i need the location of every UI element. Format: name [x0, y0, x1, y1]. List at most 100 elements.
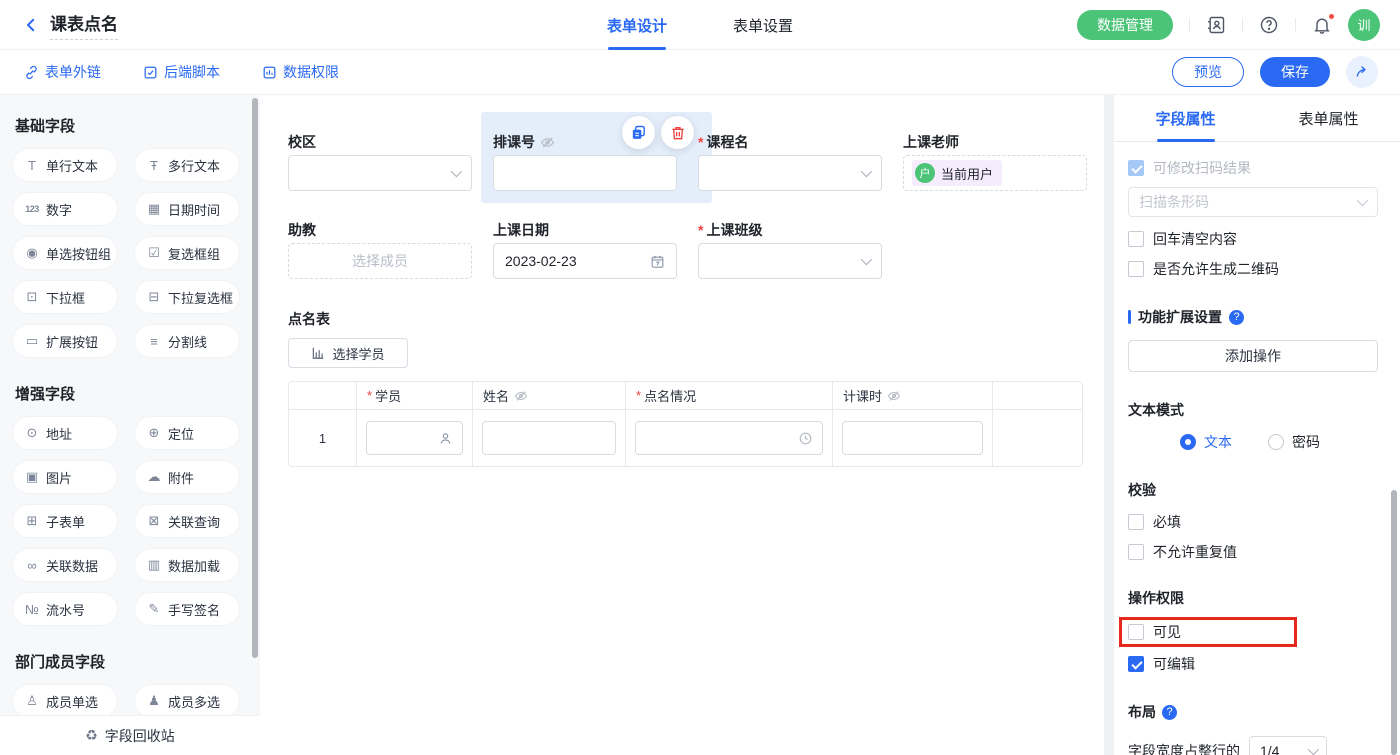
- visible-option-highlight[interactable]: 可见: [1119, 617, 1297, 647]
- sidebar-item-attachment[interactable]: ☁附件: [135, 461, 239, 493]
- data-manage-button[interactable]: 数据管理: [1077, 10, 1173, 40]
- sidebar-item-extend-button[interactable]: ▭扩展按钮: [13, 325, 117, 357]
- no-duplicate-checkbox[interactable]: [1128, 544, 1144, 560]
- sidebar-item-subform[interactable]: ⊞子表单: [13, 505, 117, 537]
- required-checkbox[interactable]: [1128, 514, 1144, 530]
- sidebar-item-member-multi[interactable]: ♟成员多选: [135, 685, 239, 717]
- sidebar-item-datetime[interactable]: ▦日期时间: [135, 193, 239, 225]
- field-width-select[interactable]: 1/4: [1249, 736, 1327, 755]
- divider: [1242, 18, 1243, 32]
- section-basic-fields: 基础字段: [15, 115, 260, 136]
- teacher-member-box[interactable]: 户 当前用户: [903, 155, 1087, 191]
- sidebar-item-divider[interactable]: ≡分割线: [135, 325, 239, 357]
- sidebar-item-address[interactable]: ⊙地址: [13, 417, 117, 449]
- field-campus[interactable]: 校区: [288, 132, 493, 191]
- notification-bell-icon[interactable]: [1312, 15, 1332, 35]
- sidebar-item-linked-query[interactable]: ⊠关联查询: [135, 505, 239, 537]
- sidebar-item-serial-number[interactable]: №流水号: [13, 593, 117, 625]
- address-book-icon[interactable]: [1206, 15, 1226, 35]
- signature-icon: ✎: [146, 601, 162, 617]
- dropdown-icon: ⊡: [24, 289, 40, 305]
- external-link-menu[interactable]: 表单外链: [24, 62, 101, 82]
- sidebar-item-linked-data[interactable]: ∞关联数据: [13, 549, 117, 581]
- sidebar-item-dropdown[interactable]: ⊡下拉框: [13, 281, 117, 313]
- save-button[interactable]: 保存: [1260, 57, 1330, 87]
- radio-text-mode[interactable]: 文本: [1180, 432, 1232, 452]
- help-badge-icon[interactable]: [1162, 705, 1177, 720]
- data-permission-menu[interactable]: 数据权限: [262, 62, 339, 82]
- page-title[interactable]: 课表点名: [50, 10, 118, 40]
- campus-select[interactable]: [288, 155, 472, 191]
- sidebar-item-location[interactable]: ⊕定位: [135, 417, 239, 449]
- tab-form-properties[interactable]: 表单属性: [1257, 95, 1400, 141]
- allow-qrcode-option[interactable]: 是否允许生成二维码: [1128, 261, 1378, 277]
- assistant-member-box[interactable]: 选择成员: [288, 243, 472, 279]
- preview-button[interactable]: 预览: [1172, 57, 1244, 87]
- class-group-select[interactable]: [698, 243, 882, 279]
- tab-form-design[interactable]: 表单设计: [607, 0, 667, 50]
- divider: [1295, 18, 1296, 32]
- add-action-button[interactable]: 添加操作: [1128, 340, 1378, 372]
- schedule-no-input[interactable]: [493, 155, 677, 191]
- multi-line-text-icon: Ŧ: [146, 158, 162, 173]
- help-badge-icon[interactable]: [1229, 310, 1244, 325]
- allow-qrcode-checkbox[interactable]: [1128, 261, 1144, 277]
- field-roll-call-table[interactable]: 点名表 选择学员 *学员 姓名 *点名情况 计课时 1: [288, 309, 1083, 467]
- field-recycle-bin[interactable]: ♻ 字段回收站: [0, 715, 260, 755]
- data-load-icon: ▥: [146, 557, 162, 573]
- field-class-date[interactable]: 上课日期 2023-02-23: [493, 220, 698, 279]
- sidebar-item-number[interactable]: 123数字: [13, 193, 117, 225]
- sidebar-item-signature[interactable]: ✎手写签名: [135, 593, 239, 625]
- panel-scrollbar[interactable]: [1391, 490, 1397, 755]
- editable-checkbox[interactable]: [1128, 656, 1144, 672]
- roll-table: *学员 姓名 *点名情况 计课时 1: [288, 381, 1083, 467]
- clear-on-enter-option[interactable]: 回车清空内容: [1128, 231, 1378, 247]
- status-cell-input[interactable]: [635, 421, 823, 455]
- linked-data-icon: ∞: [24, 558, 40, 573]
- visible-checkbox[interactable]: [1128, 624, 1144, 640]
- radio-password-mode[interactable]: 密码: [1268, 432, 1320, 452]
- sidebar-item-multi-dropdown[interactable]: ⊟下拉复选框: [135, 281, 239, 313]
- field-course-name[interactable]: *课程名: [698, 132, 903, 191]
- student-cell-input[interactable]: [366, 421, 463, 455]
- field-teacher[interactable]: 上课老师 户 当前用户: [903, 132, 1108, 191]
- name-cell-input[interactable]: [482, 421, 616, 455]
- required-option[interactable]: 必填: [1128, 514, 1378, 530]
- copy-field-button[interactable]: [622, 116, 655, 149]
- tab-field-properties[interactable]: 字段属性: [1114, 95, 1257, 141]
- field-library-sidebar: 基础字段 T单行文本 Ŧ多行文本 123数字 ▦日期时间 ◉单选按钮组 ☑复选框组 ⊡下拉框…: [0, 95, 260, 755]
- person-icon: [438, 431, 453, 446]
- field-schedule-no[interactable]: 排课号: [493, 132, 698, 191]
- delete-field-button[interactable]: [661, 116, 694, 149]
- field-assistant[interactable]: 助教 选择成员: [288, 220, 493, 279]
- sidebar-item-member-single[interactable]: ♙成员单选: [13, 685, 117, 717]
- no-duplicate-option[interactable]: 不允许重复值: [1128, 544, 1378, 560]
- sidebar-scrollbar[interactable]: [252, 98, 258, 658]
- course-name-select[interactable]: [698, 155, 882, 191]
- class-date-input[interactable]: 2023-02-23: [493, 243, 677, 279]
- modify-scan-result-checkbox: [1128, 160, 1144, 176]
- share-arrow-icon: [1354, 64, 1370, 80]
- clear-on-enter-checkbox[interactable]: [1128, 231, 1144, 247]
- sidebar-item-checkbox-group[interactable]: ☑复选框组: [135, 237, 239, 269]
- back-button[interactable]: [22, 16, 40, 34]
- extend-button-icon: ▭: [24, 333, 40, 349]
- field-class-group[interactable]: *上课班级: [698, 220, 903, 279]
- header-index: [289, 382, 357, 409]
- tab-form-settings[interactable]: 表单设置: [733, 0, 793, 50]
- share-button[interactable]: [1346, 56, 1378, 88]
- select-students-button[interactable]: 选择学员: [288, 338, 408, 368]
- sidebar-item-image[interactable]: ▣图片: [13, 461, 117, 493]
- radio-unselected-icon: [1268, 434, 1284, 450]
- editable-option[interactable]: 可编辑: [1128, 656, 1378, 672]
- sidebar-item-data-load[interactable]: ▥数据加载: [135, 549, 239, 581]
- backend-script-menu[interactable]: 后端脚本: [143, 62, 220, 82]
- sidebar-item-radio-group[interactable]: ◉单选按钮组: [13, 237, 117, 269]
- checkbox-group-icon: ☑: [146, 245, 162, 261]
- help-icon[interactable]: [1259, 15, 1279, 35]
- section-marker: [1128, 310, 1131, 324]
- hours-cell-input[interactable]: [842, 421, 983, 455]
- sidebar-item-single-line-text[interactable]: T单行文本: [13, 149, 117, 181]
- sidebar-item-multi-line-text[interactable]: Ŧ多行文本: [135, 149, 239, 181]
- user-avatar[interactable]: 训: [1348, 9, 1380, 41]
